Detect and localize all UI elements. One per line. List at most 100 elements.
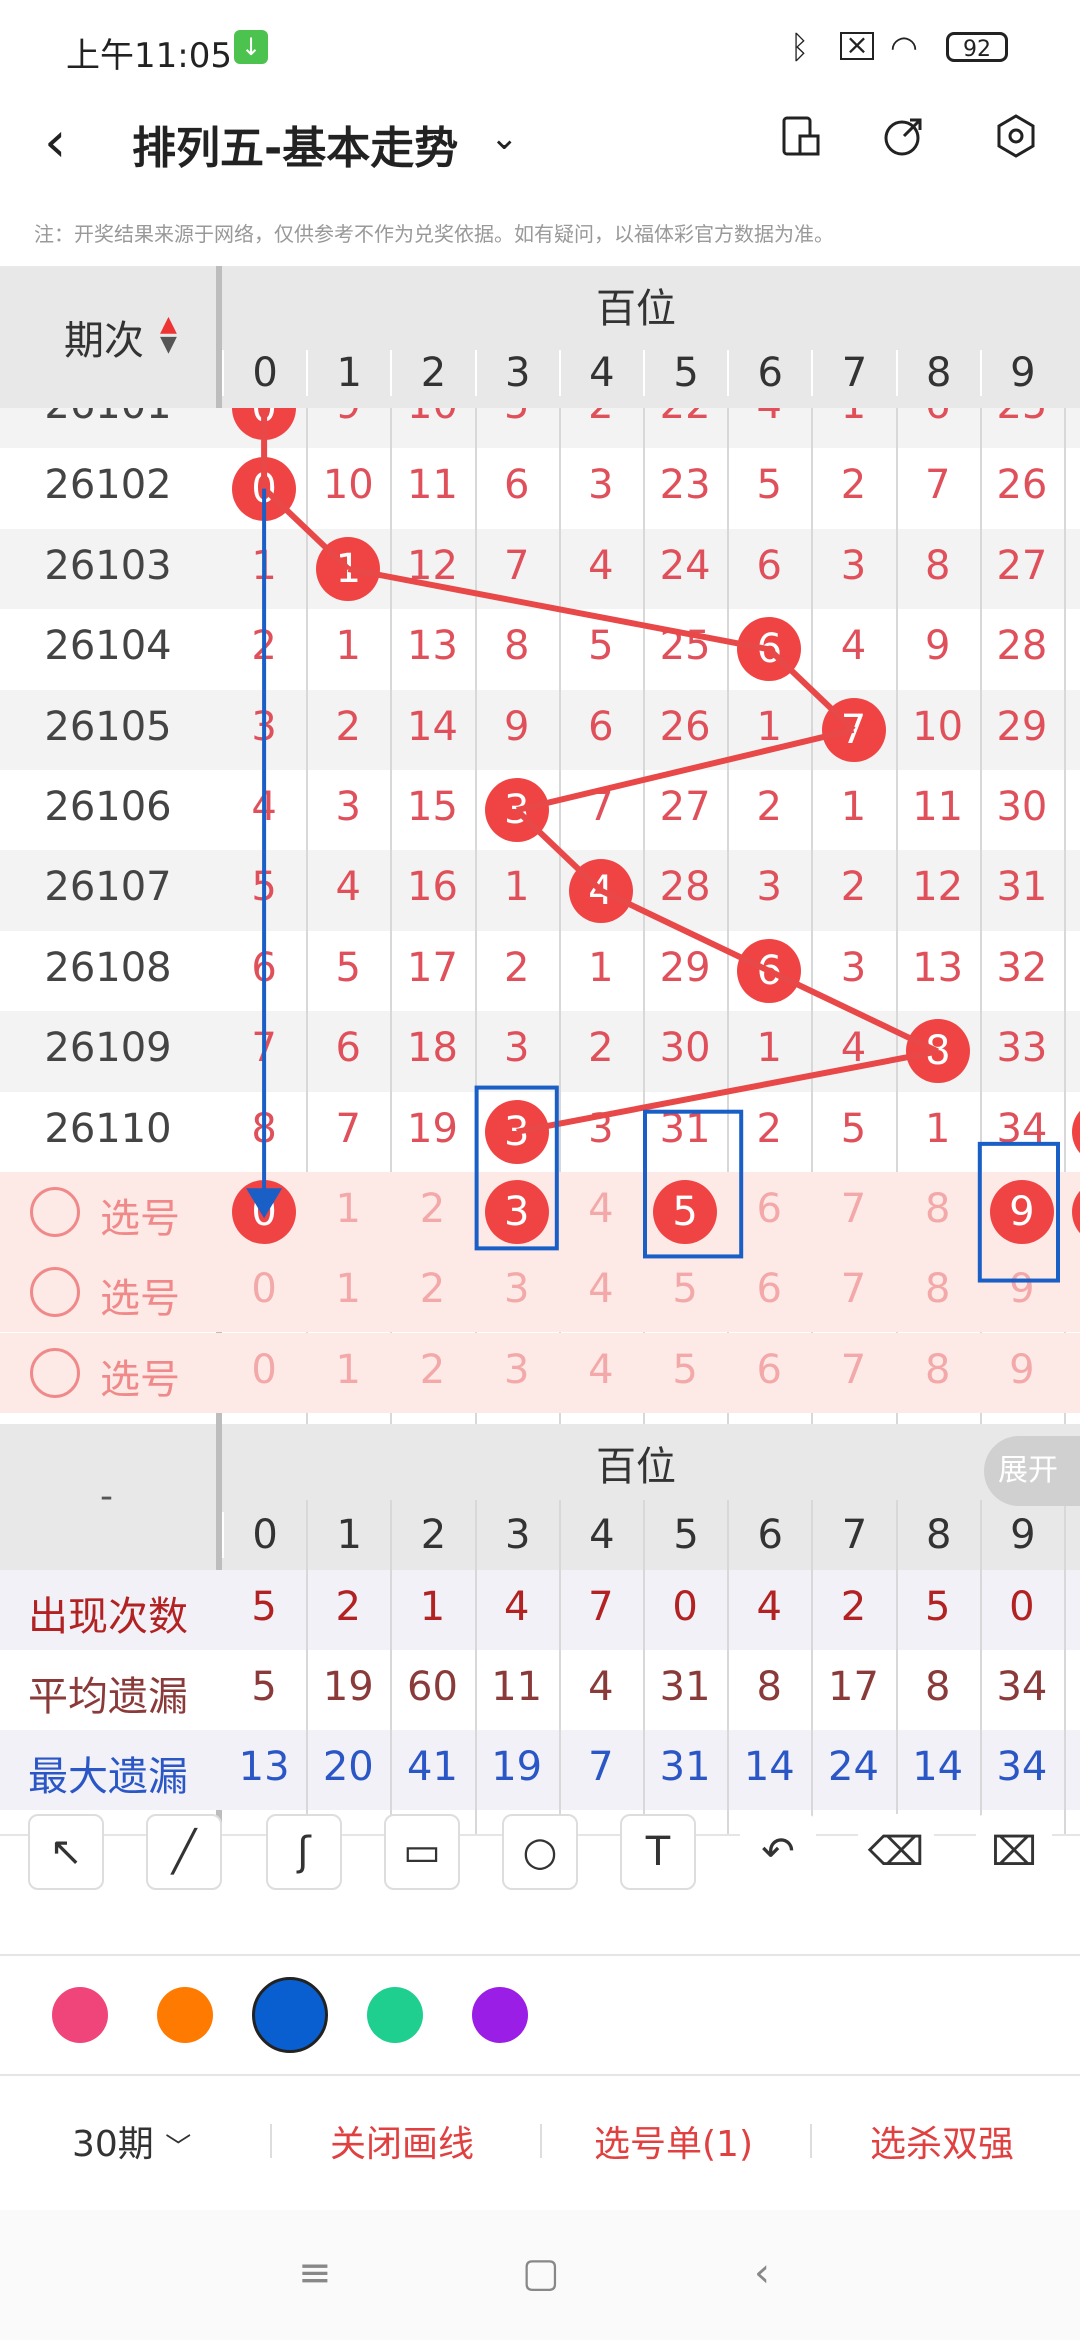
stats-value: 4 [503, 1584, 530, 1630]
chevron-down-icon[interactable]: ⌄ [490, 118, 519, 158]
share-icon[interactable] [880, 112, 928, 160]
drawn-rectangle[interactable] [643, 1109, 744, 1259]
divider [270, 2124, 272, 2158]
line-tool-icon[interactable]: ╱ [146, 1814, 222, 1890]
period-select[interactable]: 30期 ﹀ [72, 2115, 191, 2167]
stats-value: 41 [407, 1744, 458, 1790]
grid-line [895, 1500, 898, 1834]
stats-value: 2 [335, 1584, 361, 1630]
page-title[interactable]: 排列五-基本走势 [132, 112, 458, 176]
grid-line [390, 1500, 393, 1834]
status-time: 上午11:05 [66, 36, 232, 76]
grid-line [643, 1500, 645, 1834]
stats-value: 31 [659, 1744, 711, 1790]
stats-digit-row: 0123456789 [222, 1500, 1080, 1570]
stats-value: 14 [743, 1744, 795, 1790]
color-swatch[interactable] [52, 1987, 108, 2043]
stats-group-header: 百位 [222, 1424, 1080, 1500]
digit-header-9: 9 [979, 350, 1064, 396]
color-swatch[interactable] [472, 1987, 528, 2043]
back-icon[interactable]: ‹ [44, 110, 66, 175]
text-tool-icon[interactable]: T [620, 1814, 696, 1890]
stats-value: 13 [238, 1744, 290, 1790]
drawn-rectangle[interactable] [474, 1085, 559, 1251]
stats-value: 7 [588, 1584, 614, 1630]
stats-digit-header-3: 3 [474, 1512, 559, 1558]
rows-area: 2610191052224162526102101163235272626103… [0, 408, 1080, 1426]
stats-group-label: 百位 [596, 1444, 676, 1490]
kill-strong-button[interactable]: 选杀双强 [870, 2115, 1014, 2167]
digit-header-6: 6 [727, 350, 811, 396]
stats-value: 5 [251, 1664, 277, 1710]
grid-line [1064, 1500, 1066, 1834]
undo-icon[interactable]: ↶ [740, 1814, 816, 1890]
divider [810, 2124, 812, 2158]
stats-value: 34 [996, 1744, 1048, 1790]
home-icon[interactable]: ▢ [522, 2250, 560, 2296]
stats-digit-header-9: 9 [979, 1512, 1064, 1558]
trend-line [516, 1048, 939, 1135]
color-palette [0, 1956, 1080, 2074]
stats-value: 0 [672, 1584, 698, 1630]
stats-value: 34 [996, 1664, 1048, 1710]
stats-value: 5 [251, 1584, 277, 1630]
color-swatch[interactable] [367, 1987, 423, 2043]
rectangle-tool-icon[interactable]: ▭ [384, 1814, 460, 1890]
battery-icon: 92 [946, 32, 1008, 62]
color-swatch[interactable] [252, 1977, 328, 2053]
stats-value: 2 [840, 1584, 867, 1630]
close-drawing-button[interactable]: 关闭画线 [330, 2115, 474, 2167]
stats-table: - 百位 0123456789 出现次数 5 2 1 4 7 0 4 2 5 0 平均遗漏 5 19 60 1… [0, 1424, 1080, 1834]
stats-value: 4 [756, 1584, 782, 1630]
digit-header-1: 1 [306, 350, 390, 396]
grid-line [727, 1500, 730, 1834]
stats-value: 8 [756, 1664, 782, 1710]
drawn-rectangle[interactable] [977, 1141, 1060, 1283]
stats-dash: - [100, 1476, 113, 1517]
back-nav-icon[interactable]: ‹ [754, 2250, 770, 2296]
grid-line [979, 1500, 982, 1834]
stats-digit-header-7: 7 [811, 1512, 895, 1558]
period-header-cell[interactable]: 期次 ▲ ▼ [0, 266, 216, 408]
group-header-label: 百位 [596, 286, 676, 332]
stats-digit-header-8: 8 [895, 1512, 980, 1558]
menu-icon[interactable]: ≡ [298, 2250, 332, 2296]
stats-value: 14 [912, 1744, 964, 1790]
group-header: 百位 [222, 266, 1080, 339]
stats-row-label: 最大遗漏 [28, 1754, 188, 1800]
stats-value: 24 [828, 1744, 879, 1790]
arrow-tool-icon[interactable]: ↖ [28, 1814, 104, 1890]
digit-header-3: 3 [474, 350, 559, 396]
curve-tool-icon[interactable]: ʃ [266, 1814, 342, 1890]
disclaimer-note: 注：开奖结果来源于网络，仅供参考不作为兑奖依据。如有疑问，以福体彩官方数据为准。 [34, 222, 834, 246]
trend-line [767, 647, 856, 732]
stats-digit-header-0: 0 [222, 1512, 306, 1558]
stats-value: 0 [1009, 1584, 1035, 1630]
circle-tool-icon[interactable]: ○ [502, 1814, 578, 1890]
pick-list-button[interactable]: 选号单(1) [594, 2115, 753, 2167]
stats-corner: - [0, 1424, 216, 1570]
grid-line [558, 1500, 561, 1834]
stats-value: 7 [588, 1744, 614, 1790]
bluetooth-icon: ᛒ [790, 28, 810, 66]
settings-icon[interactable] [992, 112, 1040, 160]
trend-line [516, 726, 855, 814]
device-icon[interactable] [776, 112, 824, 160]
trend-line [514, 808, 603, 893]
eraser-icon[interactable]: ⌫ [858, 1814, 934, 1890]
sim-icon: × [840, 31, 874, 60]
status-bar: 上午11:05 ↓ ᛒ × ◠ 92 [0, 0, 1080, 100]
stats-value: 1 [419, 1584, 446, 1630]
stats-value: 11 [491, 1664, 543, 1710]
expand-button[interactable]: 展开 [984, 1436, 1080, 1506]
arrow-head [246, 1188, 283, 1219]
stats-digit-header-2: 2 [390, 1512, 474, 1558]
stats-rows: 出现次数 5 2 1 4 7 0 4 2 5 0 平均遗漏 5 19 60 11 4 31 8 17 8 34 最大遗漏 13… [0, 1570, 1080, 1834]
stats-digit-header-4: 4 [558, 1512, 643, 1558]
stats-digit-header-5: 5 [643, 1512, 727, 1558]
trend-line [347, 566, 770, 653]
period-header: 期次 [64, 318, 144, 364]
clear-brush-icon[interactable]: ⌧ [976, 1814, 1052, 1890]
color-swatch[interactable] [157, 1987, 213, 2043]
stats-digit-header-6: 6 [727, 1512, 811, 1558]
